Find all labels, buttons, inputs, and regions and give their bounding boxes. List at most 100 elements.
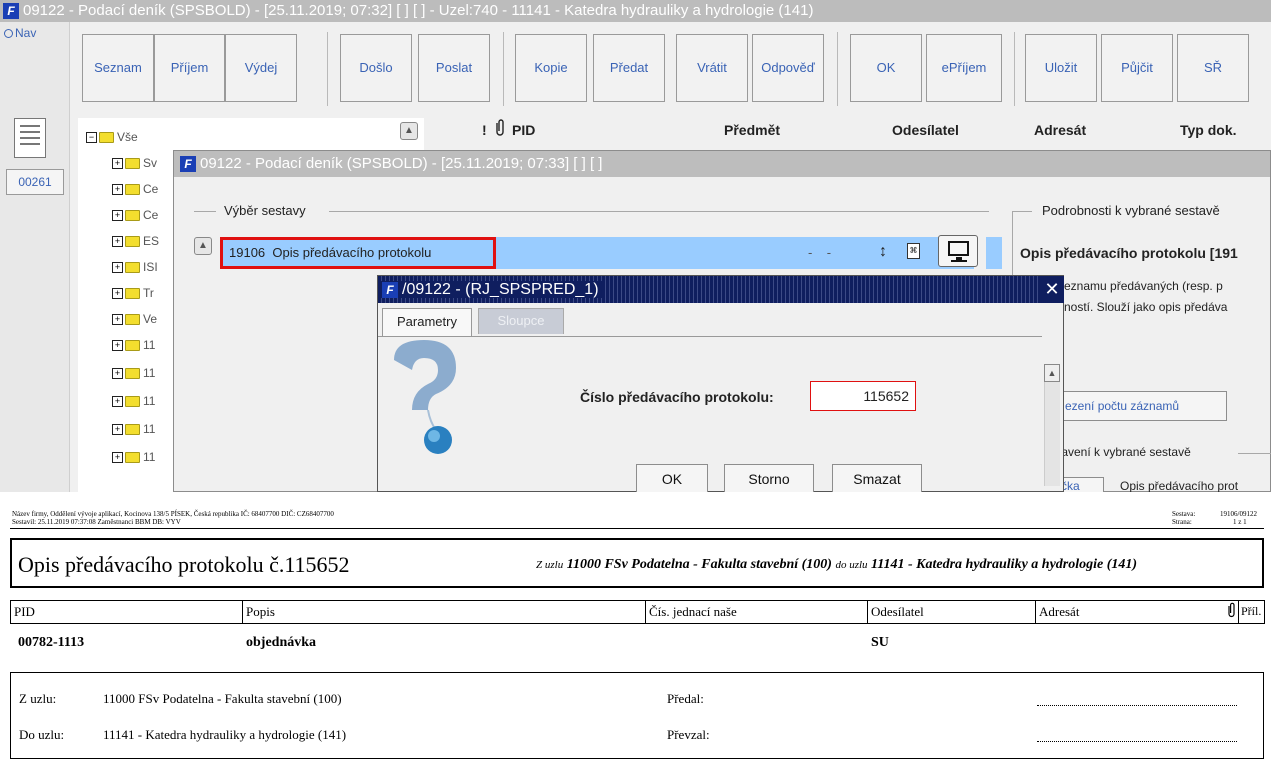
tree-item[interactable]: + Ve	[112, 308, 157, 330]
storno-button[interactable]: Storno	[724, 464, 814, 492]
expand-icon[interactable]: +	[112, 288, 123, 300]
vratit-button[interactable]: Vrátit	[676, 34, 748, 102]
main-title-text: 09122 - Podací deník (SPSBOLD) - [25.11.…	[23, 2, 814, 19]
column-header-mark[interactable]: !	[482, 118, 487, 142]
nav-toggle[interactable]: Nav	[4, 26, 36, 40]
tab-parametry[interactable]: Parametry	[382, 308, 472, 336]
expand-icon[interactable]: +	[112, 184, 123, 196]
attachment-column-icon[interactable]	[494, 118, 506, 142]
expand-icon[interactable]: +	[112, 452, 123, 464]
folder-icon	[125, 184, 140, 196]
tree-item[interactable]: +11	[112, 390, 155, 412]
ok-toolbar-button[interactable]: OK	[850, 34, 922, 102]
scroll-up-icon[interactable]: ▲	[1044, 364, 1060, 382]
tree-item[interactable]: +11	[112, 362, 155, 384]
report-header-popis: Popis	[246, 604, 275, 619]
ok-button[interactable]: OK	[636, 464, 708, 492]
scroll-up-icon[interactable]: ▲	[194, 237, 212, 255]
report-compiled-line: Sestavil: 25.11.2019 07:37:08 Zaměstnanc…	[12, 518, 181, 526]
report-sestava-label: Sestava:	[1172, 510, 1196, 518]
report-rule	[10, 600, 1264, 601]
protocol-number-input[interactable]: 115652	[810, 381, 916, 411]
expand-icon[interactable]: +	[112, 314, 123, 326]
nav-count-badge[interactable]: 00261	[6, 169, 64, 195]
screen-preview-icon[interactable]	[938, 235, 978, 267]
column-header-pid[interactable]: PID	[512, 118, 535, 142]
poslat-button[interactable]: Poslat	[418, 34, 490, 102]
collapse-icon[interactable]: −	[86, 132, 97, 144]
report-header-adresat: Adresát	[1039, 604, 1080, 619]
route-to: 11141 - Katedra hydrauliky a hydrologie …	[871, 557, 1138, 572]
expand-icon[interactable]: +	[112, 158, 123, 170]
toolbar-separator	[1014, 32, 1015, 106]
seznam-button[interactable]: Seznam	[82, 34, 154, 102]
tree-item-label: ISI	[143, 260, 158, 274]
folder-icon	[125, 452, 140, 464]
pdf-icon[interactable]: ⌘	[907, 243, 920, 259]
tree-item-label: 11	[143, 450, 156, 464]
expand-icon[interactable]: +	[112, 368, 123, 380]
ulozit-button[interactable]: Uložit	[1025, 34, 1097, 102]
vertical-scrollbar[interactable]	[1044, 364, 1060, 486]
column-divider	[1238, 600, 1239, 624]
expand-icon[interactable]: +	[112, 424, 123, 436]
tree-item[interactable]: + Ce	[112, 178, 158, 200]
selected-report[interactable]: 19106 Opis předávacího protokolu	[220, 237, 496, 269]
tree-item[interactable]: + Sv	[112, 152, 157, 174]
tree-item[interactable]: +11	[112, 418, 155, 440]
protocol-number-label: Číslo předávacího protokolu:	[580, 389, 774, 405]
tree-item[interactable]: + Tr	[112, 282, 154, 304]
expand-icon[interactable]: +	[112, 210, 123, 222]
record-limit-button[interactable]: ezení počtu záznamů	[1054, 391, 1227, 421]
tree-item[interactable]: +11	[112, 334, 155, 356]
expand-icon[interactable]: +	[112, 236, 123, 248]
odpoved-button[interactable]: Odpověď	[752, 34, 824, 102]
tree-item-label: 11	[143, 422, 156, 436]
signature-line	[1037, 705, 1237, 706]
tree-item[interactable]: +11	[112, 446, 155, 468]
tree-root[interactable]: − Vše	[86, 126, 138, 148]
handover-footer-box: Z uzlu: 11000 FSv Podatelna - Fakulta st…	[10, 672, 1264, 759]
tree-item-label: Tr	[143, 286, 154, 300]
scroll-up-icon[interactable]: ▲	[400, 122, 418, 140]
pujcit-button[interactable]: Půjčit	[1101, 34, 1173, 102]
predat-button[interactable]: Předat	[593, 34, 665, 102]
app-logo-icon: F	[382, 281, 398, 298]
tree-item[interactable]: + ES	[112, 230, 159, 252]
tree-item-label: Ve	[143, 312, 158, 326]
list-scrollbar[interactable]	[986, 237, 1002, 269]
expand-icon[interactable]: +	[112, 340, 123, 352]
doslo-button[interactable]: Došlo	[340, 34, 412, 102]
tree-item[interactable]: + ISI	[112, 256, 158, 278]
document-list-icon[interactable]	[14, 118, 46, 158]
folder-icon	[125, 262, 140, 274]
expand-icon[interactable]: +	[112, 262, 123, 274]
expand-icon[interactable]: +	[112, 396, 123, 408]
column-header-recipient[interactable]: Adresát	[1034, 118, 1086, 142]
prijem-button[interactable]: Příjem	[154, 34, 225, 102]
column-divider	[1035, 600, 1036, 624]
kopie-button[interactable]: Kopie	[515, 34, 587, 102]
group-border	[1012, 211, 1032, 212]
vydej-button[interactable]: Výdej	[225, 34, 297, 102]
sr-button[interactable]: SŘ	[1177, 34, 1249, 102]
footer-taken-label: Převzal:	[667, 727, 710, 742]
tree-item-label: ES	[143, 234, 160, 248]
column-header-subject[interactable]: Předmět	[724, 118, 780, 142]
folder-icon	[125, 368, 140, 380]
tab-sloupce[interactable]: Sloupce	[478, 308, 564, 334]
column-divider	[242, 600, 243, 624]
sort-arrows-icon[interactable]: ↕	[879, 243, 887, 261]
parameters-dialog-title: /09122 - (RJ_SPSPRED_1)	[402, 281, 599, 298]
column-header-sender[interactable]: Odesílatel	[892, 118, 959, 142]
smazat-button[interactable]: Smazat	[832, 464, 922, 492]
tree-item[interactable]: + Ce	[112, 204, 158, 226]
report-dialog-title-bar: F 09122 - Podací deník (SPSBOLD) - [25.11…	[174, 151, 1270, 177]
group-border	[1238, 453, 1271, 454]
eprijem-button[interactable]: ePříjem	[926, 34, 1002, 102]
column-header-type[interactable]: Typ dok.	[1180, 118, 1237, 142]
application-window: F 09122 - Podací deník (SPSBOLD) - [25.11…	[0, 0, 1271, 492]
footer-to-label: Do uzlu:	[19, 727, 65, 742]
signature-line	[1037, 741, 1237, 742]
close-icon[interactable]: ✕	[1040, 276, 1064, 303]
